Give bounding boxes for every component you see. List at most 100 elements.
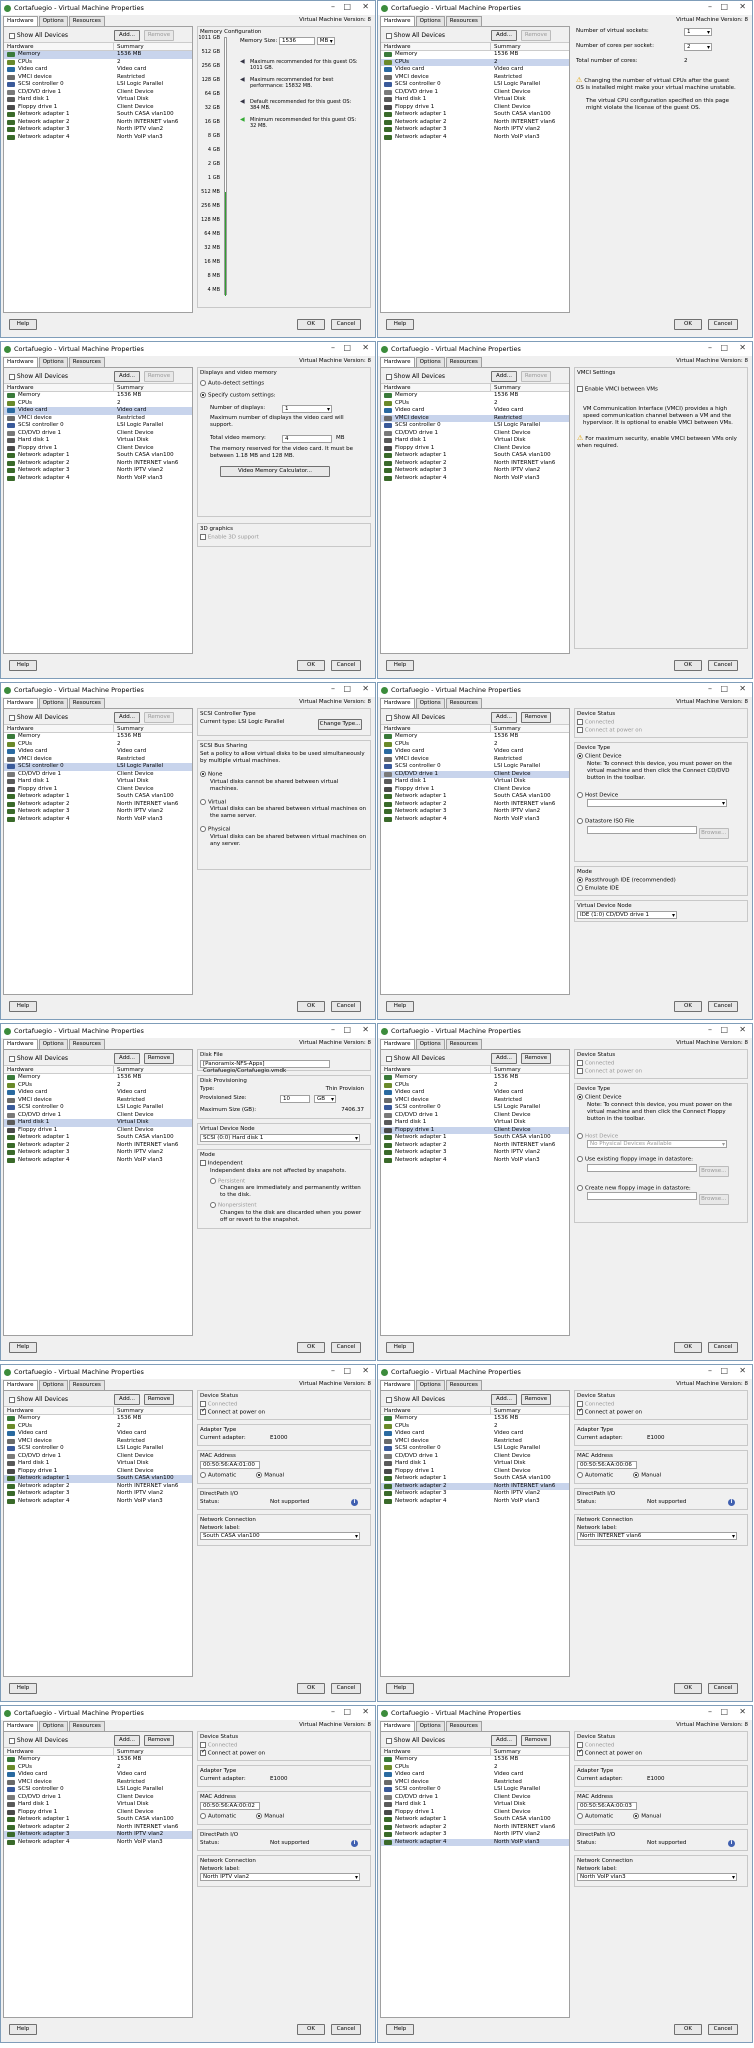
info-icon[interactable]: i (728, 1499, 735, 1506)
add-button[interactable]: Add... (114, 1394, 140, 1405)
hardware-row[interactable]: Network adapter 3 North IPTV vlan2 (381, 1490, 569, 1498)
add-button[interactable]: Add... (114, 371, 140, 382)
tab-options[interactable]: Options (38, 1721, 68, 1731)
cancel-button[interactable]: Cancel (708, 2024, 738, 2035)
ok-button[interactable]: OK (674, 2024, 702, 2035)
show-all-devices[interactable]: Show All Devices (386, 1396, 445, 1403)
hardware-row[interactable]: Floppy drive 1 Client Device (381, 1126, 569, 1134)
tab-options[interactable]: Options (38, 698, 68, 708)
hardware-row[interactable]: SCSI controller 0 LSI Logic Parallel (381, 1445, 569, 1453)
help-button[interactable]: Help (9, 2024, 37, 2035)
help-button[interactable]: Help (9, 660, 37, 671)
tab-resources[interactable]: Resources (68, 1380, 105, 1390)
show-all-checkbox[interactable] (9, 1055, 15, 1062)
emulate-radio[interactable] (577, 884, 583, 891)
hardware-row[interactable]: Video card Video card (381, 748, 569, 756)
tab-resources[interactable]: Resources (445, 16, 482, 26)
hardware-row[interactable]: VMCI device Restricted (4, 1438, 192, 1446)
hardware-row[interactable]: Hard disk 1 Virtual Disk (381, 437, 569, 445)
hardware-row[interactable]: CPUs 2 (381, 1423, 569, 1431)
hardware-row[interactable]: Network adapter 1 South CASA vlan100 (4, 452, 192, 460)
hardware-row[interactable]: SCSI controller 0 LSI Logic Parallel (4, 763, 192, 771)
hardware-row[interactable]: Network adapter 2 North INTERNET vlan6 (4, 119, 192, 127)
add-button[interactable]: Add... (491, 30, 517, 41)
datastore-iso-radio[interactable] (577, 818, 583, 824)
cores-select[interactable]: 2 (684, 43, 712, 51)
network-label-select[interactable]: North VoIP vlan3 (577, 1873, 737, 1881)
hardware-row[interactable]: Network adapter 4 North VoIP vlan3 (4, 816, 192, 824)
ok-button[interactable]: OK (297, 2024, 325, 2035)
hardware-row[interactable]: SCSI controller 0 LSI Logic Parallel (4, 1786, 192, 1794)
hardware-row[interactable]: CD/DVD drive 1 Client Device (4, 430, 192, 438)
tab-resources[interactable]: Resources (68, 1721, 105, 1731)
minimize-icon[interactable]: – (708, 1025, 712, 1035)
hardware-row[interactable]: Hard disk 1 Virtual Disk (381, 1801, 569, 1809)
hardware-row[interactable]: Memory 1536 MB (4, 51, 192, 59)
show-all-checkbox[interactable] (386, 373, 392, 380)
memory-unit-select[interactable]: MB (316, 37, 335, 45)
cancel-button[interactable]: Cancel (708, 1342, 738, 1353)
hardware-row[interactable]: CPUs 2 (381, 741, 569, 749)
hardware-row[interactable]: Network adapter 2 North INTERNET vlan6 (381, 1482, 569, 1490)
create-floppy-input[interactable] (587, 1192, 697, 1200)
hardware-row[interactable]: VMCI device Restricted (381, 414, 569, 422)
close-icon[interactable]: ✕ (739, 1707, 746, 1717)
show-all-devices[interactable]: Show All Devices (9, 1396, 68, 1403)
help-button[interactable]: Help (9, 1683, 37, 1694)
close-icon[interactable]: ✕ (362, 1366, 369, 1376)
help-button[interactable]: Help (386, 1342, 414, 1353)
close-icon[interactable]: ✕ (739, 2, 746, 12)
hardware-row[interactable]: Network adapter 1 South CASA vlan100 (4, 111, 192, 119)
hardware-row[interactable]: Memory 1536 MB (381, 392, 569, 400)
hardware-row[interactable]: Video card Video card (381, 1771, 569, 1779)
bus-none-radio[interactable] (200, 771, 206, 777)
hardware-row[interactable]: Video card Video card (381, 407, 569, 415)
hardware-row[interactable]: Memory 1536 MB (4, 1415, 192, 1423)
hardware-row[interactable]: Network adapter 4 North VoIP vlan3 (381, 816, 569, 824)
ok-button[interactable]: OK (297, 1683, 325, 1694)
hardware-row[interactable]: Memory 1536 MB (381, 1074, 569, 1082)
displays-select[interactable]: 1 (282, 405, 332, 413)
cancel-button[interactable]: Cancel (708, 1683, 738, 1694)
close-icon[interactable]: ✕ (362, 2, 369, 12)
cancel-button[interactable]: Cancel (331, 1683, 361, 1694)
hardware-row[interactable]: CD/DVD drive 1 Client Device (381, 1112, 569, 1120)
enable-vmci-checkbox[interactable] (577, 386, 583, 392)
mac-manual-radio[interactable] (256, 1813, 263, 1819)
hardware-row[interactable]: Video card Video card (4, 407, 192, 415)
hardware-row[interactable]: Network adapter 3 North IPTV vlan2 (4, 1149, 192, 1157)
hardware-row[interactable]: VMCI device Restricted (4, 1097, 192, 1105)
hardware-row[interactable]: CPUs 2 (381, 58, 569, 66)
mac-automatic-radio[interactable] (200, 1813, 206, 1819)
minimize-icon[interactable]: – (708, 2, 712, 12)
connect-power-checkbox[interactable] (577, 1407, 583, 1415)
hardware-row[interactable]: Video card Video card (4, 748, 192, 756)
hardware-row[interactable]: CPUs 2 (4, 1423, 192, 1431)
tab-resources[interactable]: Resources (68, 357, 105, 367)
ok-button[interactable]: OK (297, 1342, 325, 1353)
close-icon[interactable]: ✕ (739, 1025, 746, 1035)
add-button[interactable]: Add... (114, 30, 140, 41)
hardware-row[interactable]: Floppy drive 1 Client Device (381, 786, 569, 794)
enable-3d-checkbox[interactable] (200, 534, 206, 540)
hardware-row[interactable]: Network adapter 1 South CASA vlan100 (4, 1475, 192, 1483)
hardware-row[interactable]: CD/DVD drive 1 Client Device (381, 430, 569, 438)
hardware-row[interactable]: Network adapter 3 North IPTV vlan2 (381, 126, 569, 134)
tab-options[interactable]: Options (38, 1380, 68, 1390)
help-button[interactable]: Help (386, 1683, 414, 1694)
ok-button[interactable]: OK (674, 1342, 702, 1353)
show-all-devices[interactable]: Show All Devices (386, 1055, 445, 1062)
close-icon[interactable]: ✕ (739, 1366, 746, 1376)
info-icon[interactable]: i (351, 1499, 358, 1506)
tab-resources[interactable]: Resources (68, 1039, 105, 1049)
hardware-row[interactable]: CD/DVD drive 1 Client Device (4, 1794, 192, 1802)
show-all-checkbox[interactable] (9, 1737, 15, 1744)
hardware-row[interactable]: VMCI device Restricted (4, 756, 192, 764)
hardware-row[interactable]: Video card Video card (381, 66, 569, 74)
tab-resources[interactable]: Resources (445, 1721, 482, 1731)
show-all-devices[interactable]: Show All Devices (386, 1737, 445, 1744)
hardware-row[interactable]: VMCI device Restricted (4, 1779, 192, 1787)
hardware-row[interactable]: SCSI controller 0 LSI Logic Parallel (4, 1445, 192, 1453)
hardware-row[interactable]: Memory 1536 MB (4, 733, 192, 741)
hardware-row[interactable]: CPUs 2 (381, 1082, 569, 1090)
